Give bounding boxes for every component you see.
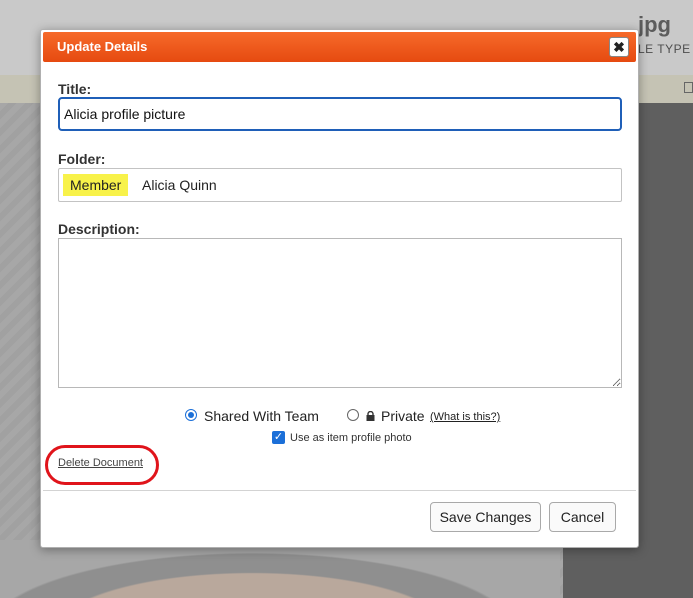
folder-field[interactable]: Member Alicia Quinn <box>58 168 622 202</box>
lock-icon <box>366 411 375 421</box>
cancel-button[interactable]: Cancel <box>549 502 616 532</box>
title-input[interactable] <box>58 97 622 131</box>
description-textarea[interactable] <box>58 238 622 388</box>
private-radio[interactable] <box>347 409 359 421</box>
close-icon[interactable]: ✖ <box>609 37 629 57</box>
folder-name: Alicia Quinn <box>142 177 217 193</box>
background-photo <box>0 540 560 598</box>
folder-tag: Member <box>63 174 129 196</box>
profile-photo-label[interactable]: Use as item profile photo <box>290 432 412 444</box>
private-label[interactable]: Private <box>381 408 425 424</box>
profile-photo-checkbox[interactable]: ✓ <box>272 431 285 444</box>
description-label: Description: <box>58 221 140 237</box>
footer-divider <box>43 490 636 491</box>
update-details-dialog: Update Details ✖ Title: Folder: Member A… <box>40 29 639 548</box>
shared-with-team-radio[interactable] <box>185 409 197 421</box>
document-icon <box>684 82 693 93</box>
dialog-header: Update Details ✖ <box>43 32 636 62</box>
folder-label: Folder: <box>58 151 106 167</box>
title-label: Title: <box>58 81 92 97</box>
file-type-label: LE TYPE <box>638 42 691 56</box>
file-extension: jpg <box>638 12 671 37</box>
save-changes-button[interactable]: Save Changes <box>430 502 541 532</box>
dialog-title: Update Details <box>57 39 148 54</box>
shared-with-team-label[interactable]: Shared With Team <box>204 408 319 424</box>
what-is-this-link[interactable]: (What is this?) <box>430 411 500 423</box>
highlight-annotation <box>45 445 159 485</box>
